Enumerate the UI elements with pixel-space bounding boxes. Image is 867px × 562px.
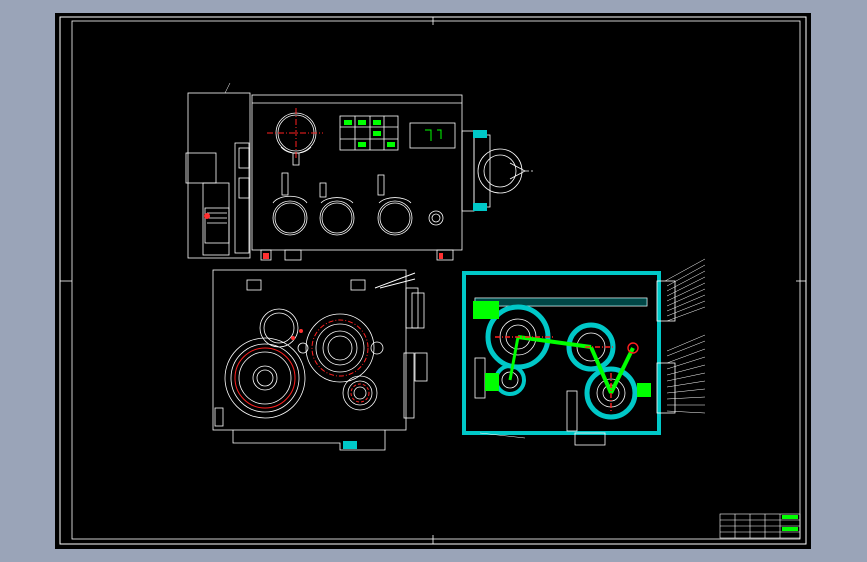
sheet-outer-border (59, 16, 807, 545)
cad-drawing (59, 16, 807, 545)
section-view (462, 271, 676, 446)
front-view-accents (204, 108, 487, 259)
side-view (212, 269, 428, 451)
front-view (185, 92, 533, 261)
cad-viewport[interactable] (55, 13, 811, 549)
sheet-inner-border (71, 20, 801, 540)
centering-marks (60, 17, 806, 544)
title-block (719, 513, 801, 539)
side-view-accents (234, 272, 416, 449)
